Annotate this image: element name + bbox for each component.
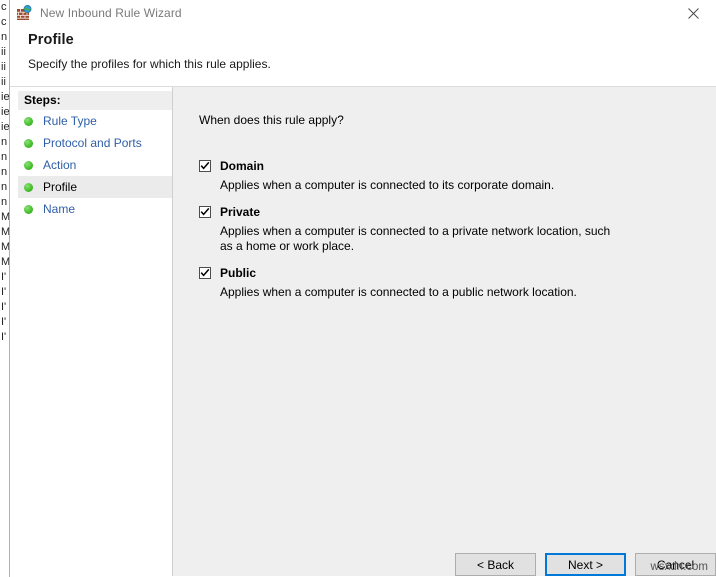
next-button[interactable]: Next >	[545, 553, 626, 576]
question-label: When does this rule apply?	[199, 113, 716, 127]
firewall-globe-icon	[16, 5, 32, 21]
steps-sidebar: Steps: Rule Type Protocol and Ports Action…	[10, 87, 173, 576]
background-text-fragment: M	[0, 210, 9, 225]
sidebar-item-label: Rule Type	[43, 114, 97, 128]
option-header: Public	[199, 266, 716, 280]
profile-option-domain: Domain Applies when a computer is connect…	[199, 159, 716, 193]
content-panel: When does this rule apply? Domain Applies…	[173, 87, 716, 576]
background-text-fragment: c	[0, 0, 9, 15]
window-title: New Inbound Rule Wizard	[40, 6, 182, 20]
background-text-fragment: I'	[0, 270, 9, 285]
checkbox-public[interactable]	[199, 267, 211, 279]
step-bullet-icon	[24, 205, 33, 214]
background-text-fragment: ie	[0, 90, 9, 105]
checkbox-private[interactable]	[199, 206, 211, 218]
option-description: Applies when a computer is connected to …	[220, 285, 622, 300]
background-text-fragment: n	[0, 30, 9, 45]
sidebar-item-profile[interactable]: Profile	[18, 176, 172, 198]
background-text-fragment: I'	[0, 300, 9, 315]
background-text-fragment: n	[0, 150, 9, 165]
wizard-body: Steps: Rule Type Protocol and Ports Action…	[10, 87, 716, 576]
steps-header-label: Steps:	[18, 91, 172, 110]
sidebar-item-label: Profile	[43, 180, 77, 194]
sidebar-item-rule-type[interactable]: Rule Type	[18, 110, 172, 132]
steps-list: Rule Type Protocol and Ports Action Profile…	[18, 110, 172, 220]
step-bullet-icon	[24, 183, 33, 192]
option-label: Private	[220, 205, 260, 219]
background-text-fragment: ie	[0, 120, 9, 135]
option-label: Domain	[220, 159, 264, 173]
background-text-fragment: M	[0, 225, 9, 240]
wizard-header: Profile Specify the profiles for which t…	[10, 26, 716, 87]
sidebar-item-label: Protocol and Ports	[43, 136, 142, 150]
sidebar-item-protocol-and-ports[interactable]: Protocol and Ports	[18, 132, 172, 154]
close-icon[interactable]	[671, 0, 716, 26]
option-description: Applies when a computer is connected to …	[220, 178, 622, 193]
step-bullet-icon	[24, 161, 33, 170]
back-button[interactable]: < Back	[455, 553, 536, 576]
sidebar-item-label: Action	[43, 158, 76, 172]
background-text-fragment: ii	[0, 60, 9, 75]
background-window-sliver: ccniiiiiiieieiennnnnMMMMI'I'I'I'I'	[0, 0, 9, 577]
checkbox-domain[interactable]	[199, 160, 211, 172]
step-bullet-icon	[24, 117, 33, 126]
background-text-fragment: M	[0, 255, 9, 270]
watermark: wsxdn.com	[650, 561, 708, 573]
background-text-fragment: c	[0, 15, 9, 30]
sidebar-item-name[interactable]: Name	[18, 198, 172, 220]
option-header: Private	[199, 205, 716, 219]
background-text-fragment: n	[0, 165, 9, 180]
background-text-fragment: M	[0, 240, 9, 255]
background-text-fragment: I'	[0, 315, 9, 330]
background-text-fragment: I'	[0, 330, 9, 345]
background-text-fragment: n	[0, 180, 9, 195]
background-text-fragment: ii	[0, 45, 9, 60]
page-title: Profile	[28, 32, 716, 48]
background-text-fragment: ie	[0, 105, 9, 120]
page-subtitle: Specify the profiles for which this rule…	[28, 57, 716, 71]
option-description: Applies when a computer is connected to …	[220, 224, 622, 254]
profile-option-public: Public Applies when a computer is connect…	[199, 266, 716, 300]
option-header: Domain	[199, 159, 716, 173]
profile-options-list: Domain Applies when a computer is connect…	[199, 159, 716, 300]
background-text-fragment: ii	[0, 75, 9, 90]
sidebar-item-label: Name	[43, 202, 75, 216]
title-bar: New Inbound Rule Wizard	[10, 0, 716, 26]
profile-option-private: Private Applies when a computer is connec…	[199, 205, 716, 254]
option-label: Public	[220, 266, 256, 280]
sidebar-item-action[interactable]: Action	[18, 154, 172, 176]
step-bullet-icon	[24, 139, 33, 148]
new-inbound-rule-wizard-window: New Inbound Rule Wizard Profile Specify …	[9, 0, 716, 577]
background-text-fragment: n	[0, 135, 9, 150]
background-text-fragment: n	[0, 195, 9, 210]
background-text-fragment: I'	[0, 285, 9, 300]
